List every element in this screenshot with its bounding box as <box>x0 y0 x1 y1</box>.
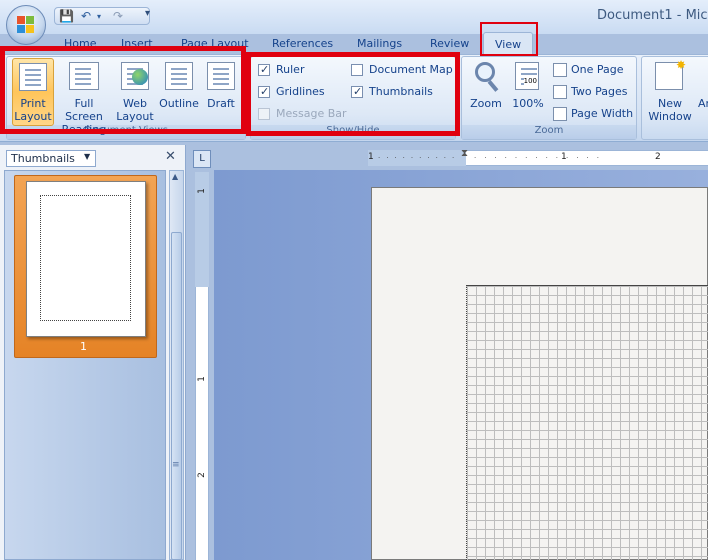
undo-dropdown-icon[interactable]: ▾ <box>97 12 101 21</box>
ruler-ticks: ············· <box>474 154 607 162</box>
indent-marker-icon[interactable]: ⧗ <box>461 148 468 159</box>
thumbnail-page-number: 1 <box>80 340 87 353</box>
close-icon[interactable]: ✕ <box>165 149 176 164</box>
group-label: Document Views <box>7 125 245 139</box>
tab-review[interactable]: Review <box>430 37 469 50</box>
redo-icon[interactable]: ↷ <box>113 9 123 23</box>
tab-insert[interactable]: Insert <box>121 37 153 50</box>
quick-access-toolbar: 💾 ↶ ▾ ↷ <box>54 7 150 25</box>
full-screen-reading-icon <box>69 62 99 90</box>
full-screen-reading-label: Full Screen Reading <box>61 97 107 136</box>
page-width-button[interactable]: Page Width <box>571 107 633 120</box>
tab-selector-icon[interactable]: L <box>193 150 211 168</box>
outline-label: Outline <box>159 97 199 110</box>
save-icon[interactable]: 💾 <box>59 9 74 23</box>
tab-references[interactable]: References <box>272 37 333 50</box>
one-page-button[interactable]: One Page <box>571 63 624 76</box>
print-layout-button[interactable]: Print Layout <box>12 58 54 126</box>
ruler-number: 1 <box>561 152 567 162</box>
gridlines-label: Gridlines <box>276 85 325 98</box>
draft-label: Draft <box>207 97 235 110</box>
message-bar-checkbox <box>258 108 270 120</box>
magnifier-icon <box>475 62 495 82</box>
web-layout-icon <box>121 62 149 90</box>
customize-toolbar-icon[interactable]: ▾ <box>145 8 150 19</box>
dropdown-arrow-icon[interactable]: ▼ <box>84 152 90 161</box>
print-layout-icon <box>19 63 47 91</box>
ruler-number: 2 <box>196 472 207 478</box>
office-button[interactable] <box>6 5 46 45</box>
ruler-label: Ruler <box>276 63 305 76</box>
document-map-checkbox[interactable] <box>351 64 363 76</box>
ruler-ticks: ·········· <box>378 154 461 162</box>
document-map-label: Document Map <box>369 63 453 76</box>
zoom-100-label: 100% <box>512 97 544 110</box>
gridlines <box>466 285 708 560</box>
outline-icon <box>165 62 193 90</box>
arrange-all-label: Ar <box>697 97 708 110</box>
draft-icon <box>207 62 235 90</box>
scrollbar-thumb[interactable] <box>171 232 182 560</box>
tab-page-layout[interactable]: Page Layout <box>181 37 249 50</box>
group-label: Show/Hide <box>251 125 455 139</box>
thumbnail-margin-outline <box>40 195 131 321</box>
ruler-number: 2 <box>655 152 661 162</box>
ribbon-tabs: Home Insert Page Layout References Maili… <box>0 34 708 54</box>
gridlines-checkbox[interactable] <box>258 85 270 98</box>
print-layout-label: Print Layout <box>14 97 52 123</box>
two-pages-icon <box>553 85 567 99</box>
page-width-icon <box>553 107 567 121</box>
ruler-checkbox[interactable] <box>258 63 270 76</box>
ruler-number: 1 <box>368 152 374 162</box>
window-title: Document1 - Micro <box>597 8 708 23</box>
tab-home[interactable]: Home <box>64 37 96 50</box>
new-window-label: New Window <box>648 97 692 123</box>
thumbnails-dropdown[interactable]: Thumbnails <box>6 150 96 167</box>
scroll-up-icon[interactable]: ▲ <box>172 172 178 181</box>
new-window-icon: ✸ <box>655 59 686 90</box>
tab-view-label: View <box>495 38 522 51</box>
ruler-number: 1 <box>196 376 207 382</box>
office-logo-icon <box>17 16 35 34</box>
two-pages-button[interactable]: Two Pages <box>571 85 627 98</box>
ruler-number: 1 <box>196 188 207 194</box>
zoom-label: Zoom <box>470 97 502 110</box>
web-layout-label: Web Layout <box>116 97 154 123</box>
tab-view[interactable]: View <box>483 32 533 54</box>
tab-mailings[interactable]: Mailings <box>357 37 402 50</box>
undo-icon[interactable]: ↶ <box>81 9 91 23</box>
message-bar-label: Message Bar <box>276 107 347 120</box>
group-label: Zoom <box>462 125 636 139</box>
scrollbar-grip-icon: ≡ <box>172 460 180 470</box>
thumbnails-label: Thumbnails <box>369 85 433 98</box>
one-page-icon <box>553 63 567 77</box>
page-100-icon: 100 <box>515 62 539 90</box>
thumbnails-checkbox[interactable] <box>351 85 363 98</box>
